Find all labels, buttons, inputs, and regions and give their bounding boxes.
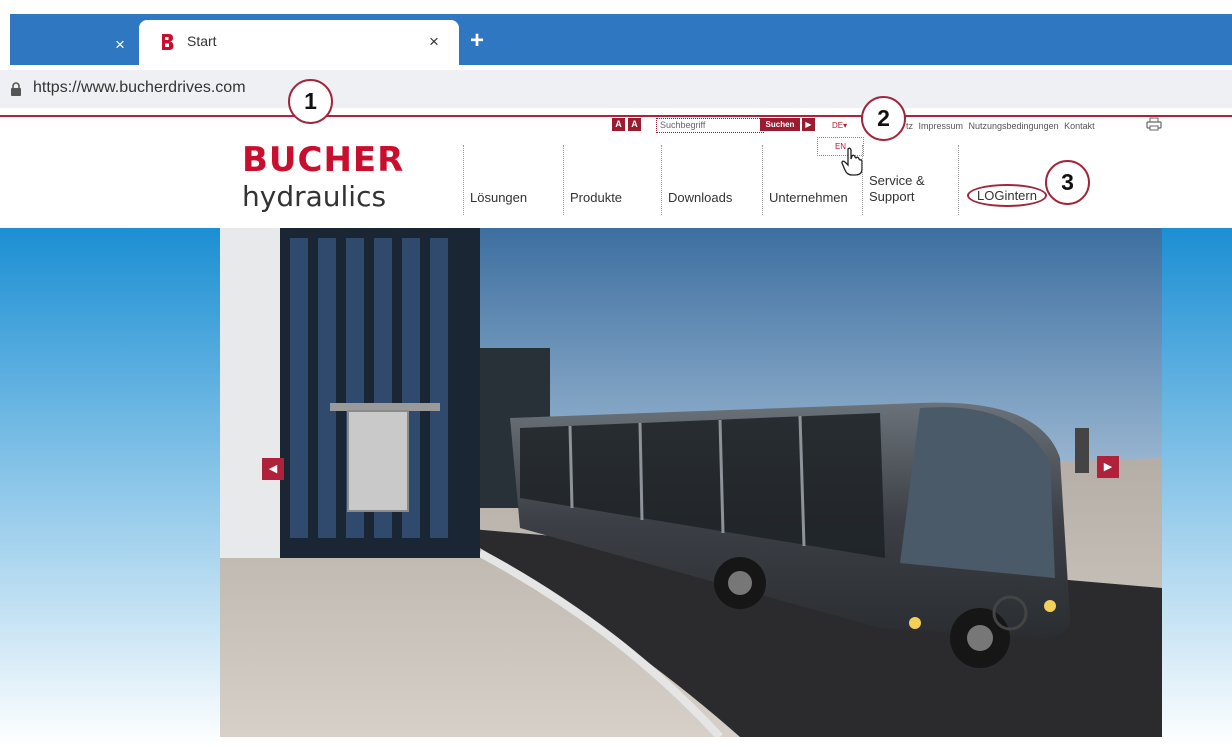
bucher-favicon-icon <box>162 34 174 50</box>
nav-login[interactable]: LOGintern <box>958 145 1047 215</box>
address-bar: https://www.bucherdrives.com <box>0 65 1232 115</box>
hero-slider: ◀ ▶ <box>220 228 1162 737</box>
url-field[interactable]: https://www.bucherdrives.com <box>0 70 1232 108</box>
hero-image-bus <box>220 228 1162 737</box>
browser-tab-bar: × Start × + <box>10 14 1232 65</box>
tab-start[interactable]: Start × <box>139 20 459 65</box>
slider-next-button[interactable]: ▶ <box>1097 456 1119 478</box>
lock-icon <box>11 82 21 96</box>
search-arrow-icon[interactable]: ▶ <box>802 118 815 131</box>
background-right <box>1162 228 1232 747</box>
utility-links[interactable]: tz Impressum Nutzungsbedingungen Kontakt <box>906 121 1095 131</box>
slider-prev-button[interactable]: ◀ <box>262 458 284 480</box>
nav-label: Produkte <box>570 190 623 205</box>
annotation-divider <box>0 115 1232 117</box>
font-size-large-button[interactable]: A <box>628 118 641 131</box>
logo-hydraulics: hydraulics <box>242 180 387 213</box>
nav-loesungen[interactable]: Lösungen <box>463 145 562 215</box>
tab-title: Start <box>187 33 217 49</box>
callout-3: 3 <box>1045 160 1090 205</box>
printer-icon[interactable] <box>1146 117 1162 131</box>
logo-bucher[interactable]: BUCHER <box>242 140 404 180</box>
search-button[interactable]: Suchen <box>760 118 800 131</box>
login-label: LOGintern <box>967 184 1047 207</box>
language-selector[interactable]: DE▾ <box>832 121 847 130</box>
search-input[interactable]: Suchbegriff <box>656 118 764 133</box>
nav-service-support[interactable]: Service & Support <box>862 145 957 215</box>
nav-label: Lösungen <box>470 190 528 205</box>
url-text: https://www.bucherdrives.com <box>33 79 246 96</box>
previous-tab-close-button[interactable]: × <box>115 36 125 53</box>
tab-close-button[interactable]: × <box>429 33 439 50</box>
nav-label: Service & Support <box>869 173 925 204</box>
nav-label: Unternehmen <box>769 190 848 205</box>
nav-downloads[interactable]: Downloads <box>661 145 761 215</box>
nav-label: Downloads <box>668 190 733 205</box>
callout-2: 2 <box>861 96 906 141</box>
background-left <box>0 228 220 747</box>
new-tab-button[interactable]: + <box>470 29 484 53</box>
callout-1: 1 <box>288 79 333 124</box>
font-size-small-button[interactable]: A <box>612 118 625 131</box>
nav-unternehmen[interactable]: Unternehmen <box>762 145 861 215</box>
nav-produkte[interactable]: Produkte <box>563 145 660 215</box>
